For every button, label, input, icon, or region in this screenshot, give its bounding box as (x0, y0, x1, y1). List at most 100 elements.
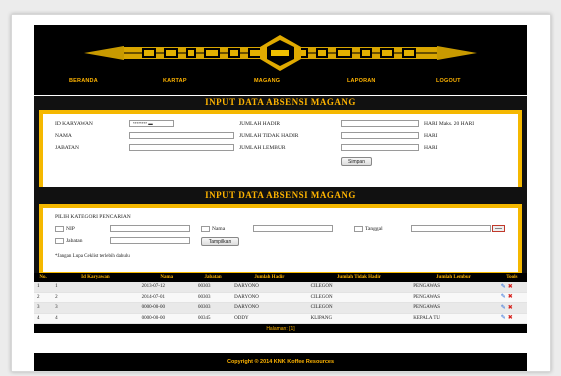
nip-checkbox[interactable] (55, 226, 64, 232)
pencil-icon[interactable]: ✎ (500, 305, 507, 311)
cell-tidak-hadir: CILEGON (307, 302, 411, 314)
id-karyawan-label: ID KARYAWAN (55, 121, 93, 127)
jabatan-label: JABATAN (55, 145, 80, 151)
cell-jabatan: 00303 (194, 302, 232, 314)
footer: Copyright ® 2014 KNK Koffee Resources (34, 353, 527, 371)
nama-label: NAMA (55, 133, 72, 139)
jumlah-lembur-note: HARI (424, 145, 438, 151)
cell-hadir: DARYONO (231, 282, 308, 293)
jumlah-hadir-input[interactable] (341, 120, 419, 127)
cell-nama: 2013-07-12 (138, 282, 195, 293)
jumlah-hadir-label: JUMLAH HADIR (239, 121, 281, 127)
cell-hadir: DARYONO (231, 302, 308, 314)
calendar-icon (495, 228, 502, 229)
nama-checkbox[interactable] (201, 226, 210, 232)
delete-icon[interactable]: ✖ (507, 315, 514, 321)
simpan-button[interactable]: Simpan (341, 157, 372, 166)
brand-logo (84, 35, 477, 71)
jabatan-checkbox[interactable] (55, 238, 64, 244)
cell-lembur: PENGAWAS (410, 302, 497, 314)
cell-jabatan: 00345 (194, 313, 232, 324)
cell-id: 1 (52, 282, 139, 293)
page-frame: BERANDA KARTAP MAGANG LAPORAN LOGOUT INP… (11, 14, 551, 372)
cell-id: 2 (52, 292, 139, 303)
cell-lembur: PENGAWAS (410, 282, 497, 293)
table-row: 1 1 2013-07-12 00303 DARYONO CILEGON PEN… (34, 282, 527, 293)
absensi-table: No. Id Karyawan Nama Jabatan Jumlah Hadi… (34, 273, 527, 333)
cell-lembur: KEPALA TU (410, 313, 497, 324)
cell-hadir: DARYONO (231, 292, 308, 303)
table-header-row: No. Id Karyawan Nama Jabatan Jumlah Hadi… (34, 273, 527, 282)
main-nav: BERANDA KARTAP MAGANG LAPORAN LOGOUT (34, 78, 527, 92)
pencil-icon[interactable]: ✎ (500, 284, 507, 290)
cell-nama: 2014-07-01 (138, 292, 195, 303)
nav-beranda[interactable]: BERANDA (69, 78, 98, 84)
search-form: PILIH KATEGORI PENCARIAN NIP Nama Tangga… (39, 204, 522, 276)
cell-hadir: ODDY (231, 313, 308, 324)
pager[interactable]: Halaman: [1] (34, 323, 527, 333)
nama-search-input[interactable] (253, 225, 333, 232)
nav-laporan[interactable]: LAPORAN (347, 78, 376, 84)
copyright: Copyright ® 2014 KNK Koffee Resources (226, 359, 335, 365)
jumlah-lembur-input[interactable] (341, 144, 419, 151)
table-row: 3 3 0000-00-00 00303 DARYONO CILEGON PEN… (34, 302, 527, 314)
cell-tools: ✎ ✖ (496, 282, 527, 293)
nip-input[interactable] (110, 225, 190, 232)
panel-title: INPUT DATA ABSENSI MAGANG (205, 97, 356, 107)
col-jumlah-hadir: Jumlah Hadir (231, 273, 308, 282)
jabatan-search-input[interactable] (110, 237, 190, 244)
delete-icon[interactable]: ✖ (507, 305, 514, 311)
tanggal-checkbox[interactable] (354, 226, 363, 232)
jumlah-hadir-note: HARI Maks. 20 HARI (424, 121, 475, 127)
search-panel-title: INPUT DATA ABSENSI MAGANG (205, 190, 356, 200)
jabatan-input[interactable] (129, 144, 234, 151)
cell-no: 3 (34, 302, 53, 314)
nav-kartap[interactable]: KARTAP (163, 78, 187, 84)
search-panel: INPUT DATA ABSENSI MAGANG PILIH KATEGORI… (34, 187, 527, 277)
header: BERANDA KARTAP MAGANG LAPORAN LOGOUT (34, 25, 527, 95)
jumlah-tidak-hadir-note: HARI (424, 133, 438, 139)
jabatan-search-label: Jabatan (66, 238, 83, 244)
absensi-input-panel: INPUT DATA ABSENSI MAGANG ID KARYAWAN **… (34, 96, 527, 200)
tampilkan-button[interactable]: Tampilkan (201, 237, 239, 246)
col-id-karyawan: Id Karyawan (52, 273, 139, 282)
pencil-icon[interactable]: ✎ (500, 315, 507, 321)
jumlah-lembur-label: JUMLAH LEMBUR (239, 145, 286, 151)
cell-id: 4 (52, 313, 139, 324)
cell-nama: 0000-00-00 (138, 313, 195, 324)
nip-label: NIP (66, 226, 75, 232)
nav-logout[interactable]: LOGOUT (436, 78, 461, 84)
cell-no: 4 (34, 313, 53, 324)
cell-tools: ✎ ✖ (496, 302, 527, 314)
cell-tidak-hadir: CILEGON (307, 292, 411, 303)
nav-magang[interactable]: MAGANG (254, 78, 280, 84)
col-jumlah-tidak-hadir: Jumlah Tidak Hadir (307, 273, 411, 282)
pager-row: Halaman: [1] (34, 323, 527, 333)
cell-id: 3 (52, 302, 139, 314)
calendar-button[interactable] (492, 225, 505, 232)
jumlah-tidak-hadir-input[interactable] (341, 132, 419, 139)
col-nama: Nama (138, 273, 195, 282)
absensi-form: ID KARYAWAN ******** ▬ NAMA JABATAN JUML… (39, 110, 522, 194)
id-karyawan-select[interactable]: ******** ▬ (129, 120, 174, 127)
tanggal-input[interactable] (411, 225, 491, 232)
delete-icon[interactable]: ✖ (507, 294, 514, 300)
pencil-icon[interactable]: ✎ (500, 294, 507, 300)
delete-icon[interactable]: ✖ (507, 284, 514, 290)
nama-input[interactable] (129, 132, 234, 139)
jumlah-tidak-hadir-label: JUMLAH TIDAK HADIR (239, 133, 299, 139)
search-heading: PILIH KATEGORI PENCARIAN (55, 214, 131, 220)
col-jabatan: Jabatan (194, 273, 232, 282)
cell-tools: ✎ ✖ (496, 313, 527, 324)
cell-no: 1 (34, 282, 53, 293)
table-row: 2 2 2014-07-01 00303 DARYONO CILEGON PEN… (34, 292, 527, 303)
cell-jabatan: 00303 (194, 292, 232, 303)
nama-search-label: Nama (212, 226, 226, 232)
checklist-note: *Jangan Lupa Ceklist terlebih dahulu (55, 254, 130, 259)
col-jumlah-lembur: Jumlah Lembur (410, 273, 497, 282)
table-row: 4 4 0000-00-00 00345 ODDY KLIPANG KEPALA… (34, 313, 527, 324)
pager-label[interactable]: Halaman: [1] (266, 326, 294, 332)
cell-tidak-hadir: CILEGON (307, 282, 411, 293)
cell-tidak-hadir: KLIPANG (307, 313, 411, 324)
cell-lembur: PENGAWAS (410, 292, 497, 303)
